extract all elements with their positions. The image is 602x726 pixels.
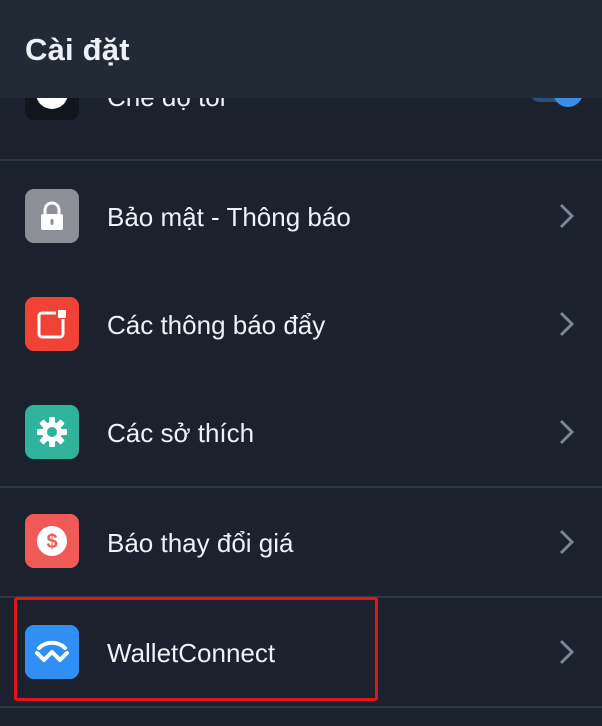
settings-item-label: Chế độ tối: [107, 98, 226, 113]
settings-item-label: Các sở thích: [107, 418, 255, 448]
lock-icon: [25, 189, 79, 243]
section-divider: [0, 159, 602, 161]
settings-item-label: Các thông báo đẩy: [107, 310, 326, 340]
gear-icon: [25, 405, 79, 459]
chevron-right-icon: [559, 203, 575, 229]
notification-icon: [25, 297, 79, 351]
settings-item-dark-mode[interactable]: Chế độ tối: [0, 98, 602, 120]
chevron-right-icon: [559, 639, 575, 665]
chevron-right-icon: [559, 419, 575, 445]
page-title: Cài đặt: [25, 32, 130, 67]
chevron-right-icon: [559, 311, 575, 337]
dark-mode-icon: [25, 98, 79, 120]
settings-item-label: Bảo mật - Thông báo: [107, 202, 351, 232]
settings-item-label: Báo thay đổi giá: [107, 528, 294, 558]
app-header: Cài đặt: [0, 0, 602, 98]
settings-item-security-notifications[interactable]: Bảo mật - Thông báo: [0, 162, 602, 270]
section-divider: [0, 706, 602, 708]
settings-item-price-alerts[interactable]: $ Báo thay đổi giá: [0, 488, 602, 596]
highlight-box: [14, 597, 378, 701]
dark-mode-toggle[interactable]: [528, 98, 586, 108]
settings-item-push-notifications[interactable]: Các thông báo đẩy: [0, 270, 602, 378]
chevron-right-icon: [559, 529, 575, 555]
settings-item-preferences[interactable]: Các sở thích: [0, 378, 602, 486]
dollar-icon: $: [25, 514, 79, 568]
svg-text:$: $: [46, 531, 57, 553]
